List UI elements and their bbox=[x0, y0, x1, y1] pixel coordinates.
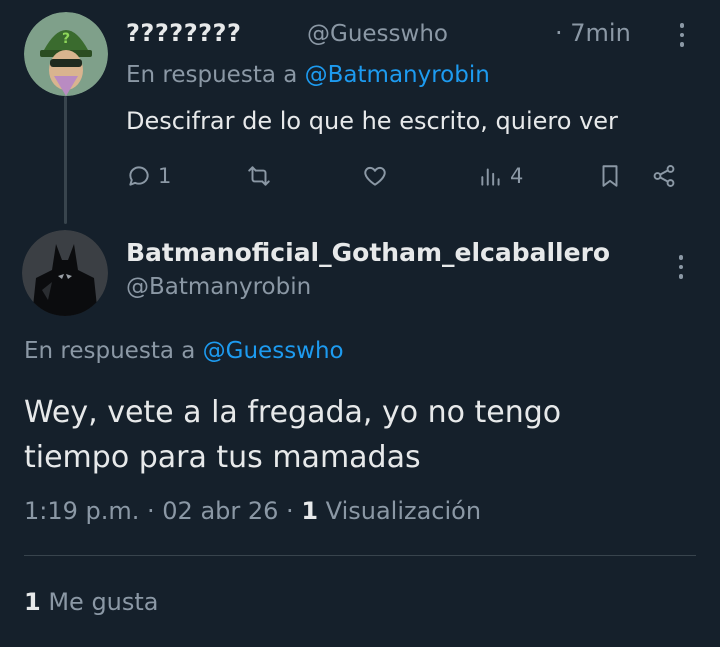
likes-count: 1 bbox=[24, 588, 41, 616]
main-handle[interactable]: @Batmanyrobin bbox=[126, 274, 311, 300]
svg-text:?: ? bbox=[62, 31, 70, 47]
reply-button[interactable]: 1 bbox=[126, 158, 171, 194]
likes-summary[interactable]: 1 Me gusta bbox=[24, 588, 159, 616]
reply-action-bar: 1 4 bbox=[0, 158, 720, 194]
retweet-icon bbox=[248, 166, 270, 186]
reply-icon bbox=[129, 166, 149, 186]
reply-time[interactable]: · 7min bbox=[555, 19, 631, 47]
tweet-meta: 1:19 p.m. · 02 abr 26 · 1 Visualización bbox=[24, 497, 481, 525]
in-reply-handle-link[interactable]: @Batmanyrobin bbox=[305, 62, 490, 88]
reply-in-reply-to: En respuesta a @Batmanyrobin bbox=[126, 62, 490, 88]
in-reply-prefix: En respuesta a bbox=[24, 338, 196, 364]
main-tweet-text-line: tiempo para tus mamadas bbox=[24, 440, 421, 475]
views-total-count: 1 bbox=[301, 497, 319, 525]
main-more-options-icon[interactable] bbox=[671, 250, 691, 284]
share-icon bbox=[653, 165, 675, 187]
tweet-timestamp[interactable]: 1:19 p.m. · 02 abr 26 · bbox=[24, 497, 294, 525]
reply-tweet-text: Descifrar de lo que he escrito, quiero v… bbox=[126, 107, 618, 135]
reply-display-name[interactable]: ???????? bbox=[126, 19, 241, 47]
main-in-reply-to: En respuesta a @Guesswho bbox=[24, 338, 344, 364]
in-reply-prefix: En respuesta a bbox=[126, 62, 298, 88]
bookmark-button[interactable] bbox=[597, 158, 623, 194]
riddler-avatar[interactable]: ? bbox=[24, 12, 108, 96]
views-button[interactable]: 4 bbox=[478, 158, 523, 194]
bookmark-icon bbox=[602, 165, 618, 187]
main-tweet-text: Wey, vete a la fregada, yo no tengo tiem… bbox=[24, 390, 684, 480]
views-count: 4 bbox=[510, 164, 524, 188]
divider bbox=[24, 555, 696, 556]
reply-count: 1 bbox=[158, 164, 172, 188]
share-button[interactable] bbox=[651, 158, 677, 194]
main-display-name[interactable]: Batmanoficial_Gotham_elcaballero bbox=[126, 238, 610, 267]
retweet-button[interactable] bbox=[246, 158, 272, 194]
views-label: Visualización bbox=[325, 497, 482, 525]
batman-avatar[interactable] bbox=[22, 230, 108, 316]
like-button[interactable] bbox=[362, 158, 388, 194]
main-tweet-text-line: Wey, vete a la fregada, yo no tengo bbox=[24, 395, 562, 430]
in-reply-handle-link[interactable]: @Guesswho bbox=[203, 338, 344, 364]
heart-icon bbox=[364, 166, 386, 186]
reply-more-options-icon[interactable] bbox=[672, 18, 692, 52]
reply-tweet[interactable]: ? ???????? @Guesswho · 7min En respuesta… bbox=[0, 0, 720, 220]
likes-label: Me gusta bbox=[48, 588, 159, 616]
reply-handle[interactable]: @Guesswho bbox=[307, 21, 448, 47]
views-icon bbox=[481, 168, 500, 186]
